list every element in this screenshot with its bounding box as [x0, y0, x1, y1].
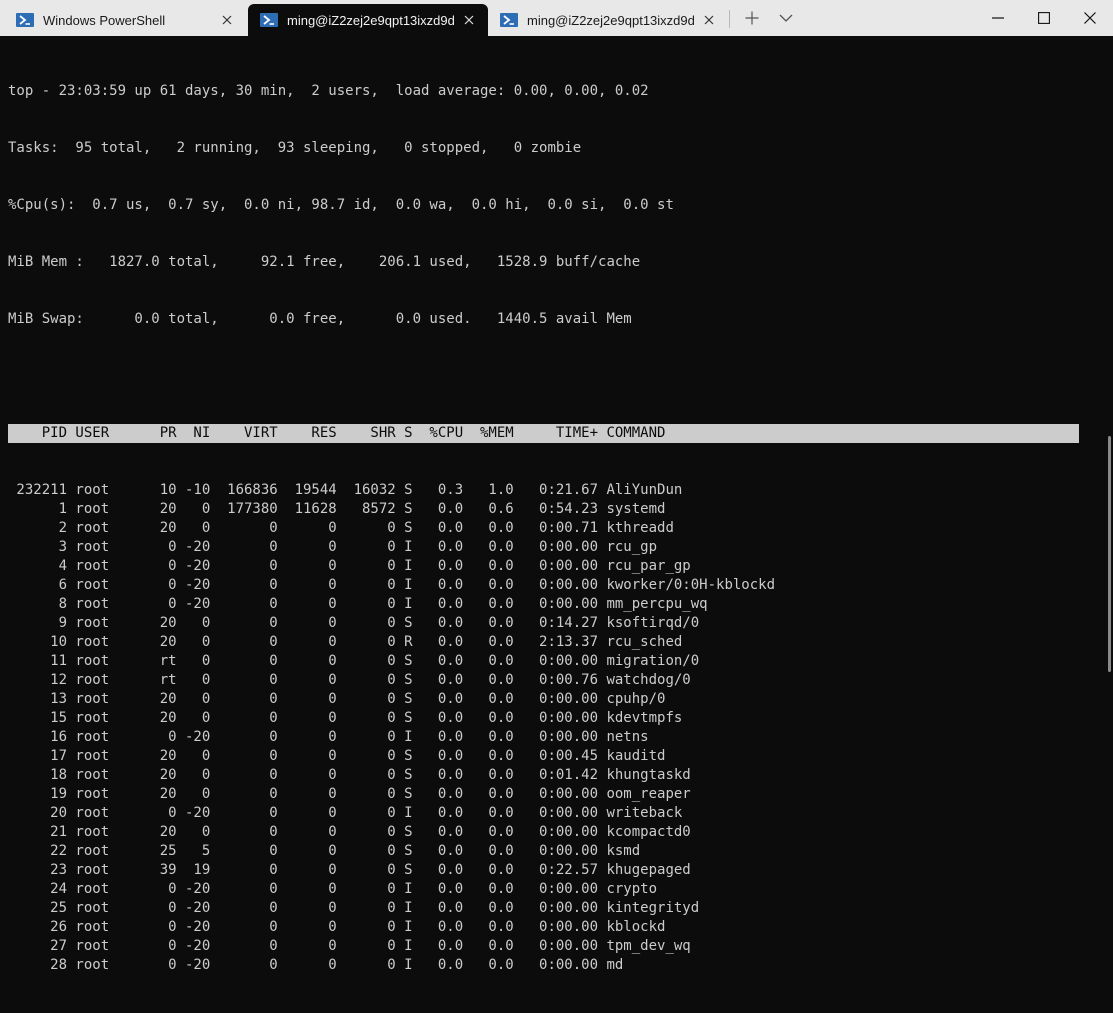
process-row: 6 root 0 -20 0 0 0 I 0.0 0.0 0:00.00 kwo…: [8, 577, 776, 593]
process-row: 28 root 0 -20 0 0 0 I 0.0 0.0 0:00.00 md: [8, 957, 624, 973]
new-tab-button[interactable]: [740, 0, 764, 36]
process-row: 2 root 20 0 0 0 0 S 0.0 0.0 0:00.71 kthr…: [8, 520, 674, 536]
process-row: 3 root 0 -20 0 0 0 I 0.0 0.0 0:00.00 rcu…: [8, 539, 658, 555]
process-row: 25 root 0 -20 0 0 0 I 0.0 0.0 0:00.00 ki…: [8, 900, 700, 916]
tab-label: ming@iZ2zej2e9qpt13ixzd9ddbZ: ~: [527, 12, 695, 28]
process-row: 12 root rt 0 0 0 0 S 0.0 0.0 0:00.76 wat…: [8, 672, 691, 688]
tab-divider: [729, 10, 730, 28]
process-row: 13 root 20 0 0 0 0 S 0.0 0.0 0:00.00 cpu…: [8, 691, 666, 707]
process-row: 4 root 0 -20 0 0 0 I 0.0 0.0 0:00.00 rcu…: [8, 558, 691, 574]
tab-label: Windows PowerShell: [43, 12, 166, 28]
terminal-pane[interactable]: top - 23:03:59 up 61 days, 30 min, 2 use…: [0, 36, 1113, 973]
tab-windows-powershell[interactable]: Windows PowerShell: [0, 4, 246, 36]
top-cpu-line: %Cpu(s): 0.7 us, 0.7 sy, 0.0 ni, 98.7 id…: [8, 197, 674, 213]
top-tasks-line: Tasks: 95 total, 2 running, 93 sleeping,…: [8, 140, 582, 156]
close-tab-icon[interactable]: [701, 12, 717, 28]
tab-ssh-session[interactable]: ming@iZ2zej2e9qpt13ixzd9ddbZ: ~: [488, 4, 728, 36]
process-row: 11 root rt 0 0 0 0 S 0.0 0.0 0:00.00 mig…: [8, 653, 700, 669]
scrollbar-thumb[interactable]: [1108, 436, 1111, 672]
close-tab-icon[interactable]: [219, 12, 235, 28]
minimize-icon: [992, 17, 1004, 19]
process-row: 17 root 20 0 0 0 0 S 0.0 0.0 0:00.45 kau…: [8, 748, 666, 764]
process-row: 232211 root 10 -10 166836 19544 16032 S …: [8, 482, 683, 498]
close-tab-icon[interactable]: [461, 12, 477, 28]
chevron-down-icon: [779, 14, 793, 22]
process-row: 9 root 20 0 0 0 0 S 0.0 0.0 0:14.27 ksof…: [8, 615, 700, 631]
process-row: 10 root 20 0 0 0 0 R 0.0 0.0 2:13.37 rcu…: [8, 634, 683, 650]
process-row: 1 root 20 0 177380 11628 8572 S 0.0 0.6 …: [8, 501, 666, 517]
powershell-icon: [260, 13, 278, 27]
process-row: 15 root 20 0 0 0 0 S 0.0 0.0 0:00.00 kde…: [8, 710, 683, 726]
process-row: 8 root 0 -20 0 0 0 I 0.0 0.0 0:00.00 mm_…: [8, 596, 708, 612]
tab-ssh-session-active[interactable]: ming@iZ2zej2e9qpt13ixzd9ddbZ: ~: [248, 4, 488, 36]
process-row: 21 root 20 0 0 0 0 S 0.0 0.0 0:00.00 kco…: [8, 824, 691, 840]
close-window-button[interactable]: [1067, 0, 1113, 36]
maximize-button[interactable]: [1021, 0, 1067, 36]
process-row: 22 root 25 5 0 0 0 S 0.0 0.0 0:00.00 ksm…: [8, 843, 641, 859]
process-row: 24 root 0 -20 0 0 0 I 0.0 0.0 0:00.00 cr…: [8, 881, 658, 897]
minimize-button[interactable]: [975, 0, 1021, 36]
close-icon: [1084, 12, 1096, 24]
top-mem-line: MiB Mem : 1827.0 total, 92.1 free, 206.1…: [8, 254, 641, 270]
terminal-output: top - 23:03:59 up 61 days, 30 min, 2 use…: [8, 44, 1079, 1013]
top-uptime-line: top - 23:03:59 up 61 days, 30 min, 2 use…: [8, 83, 649, 99]
tab-dropdown-button[interactable]: [774, 0, 798, 36]
process-row: 23 root 39 19 0 0 0 S 0.0 0.0 0:22.57 kh…: [8, 862, 691, 878]
process-row: 19 root 20 0 0 0 0 S 0.0 0.0 0:00.00 oom…: [8, 786, 691, 802]
process-table-body: 232211 root 10 -10 166836 19544 16032 S …: [8, 481, 1079, 975]
tab-label: ming@iZ2zej2e9qpt13ixzd9ddbZ: ~: [287, 12, 455, 28]
powershell-icon: [500, 13, 518, 27]
top-swap-line: MiB Swap: 0.0 total, 0.0 free, 0.0 used.…: [8, 311, 632, 327]
process-row: 27 root 0 -20 0 0 0 I 0.0 0.0 0:00.00 tp…: [8, 938, 691, 954]
powershell-icon: [16, 13, 34, 27]
process-row: 20 root 0 -20 0 0 0 I 0.0 0.0 0:00.00 wr…: [8, 805, 683, 821]
process-row: 26 root 0 -20 0 0 0 I 0.0 0.0 0:00.00 kb…: [8, 919, 666, 935]
plus-icon: [745, 11, 759, 25]
maximize-icon: [1038, 12, 1050, 24]
tab-bar: Windows PowerShell ming@iZ2zej2e9qpt13ix…: [0, 0, 1113, 36]
process-row: 18 root 20 0 0 0 0 S 0.0 0.0 0:01.42 khu…: [8, 767, 691, 783]
process-table-header: PID USER PR NI VIRT RES SHR S %CPU %MEM …: [8, 424, 1079, 443]
process-row: 16 root 0 -20 0 0 0 I 0.0 0.0 0:00.00 ne…: [8, 729, 649, 745]
